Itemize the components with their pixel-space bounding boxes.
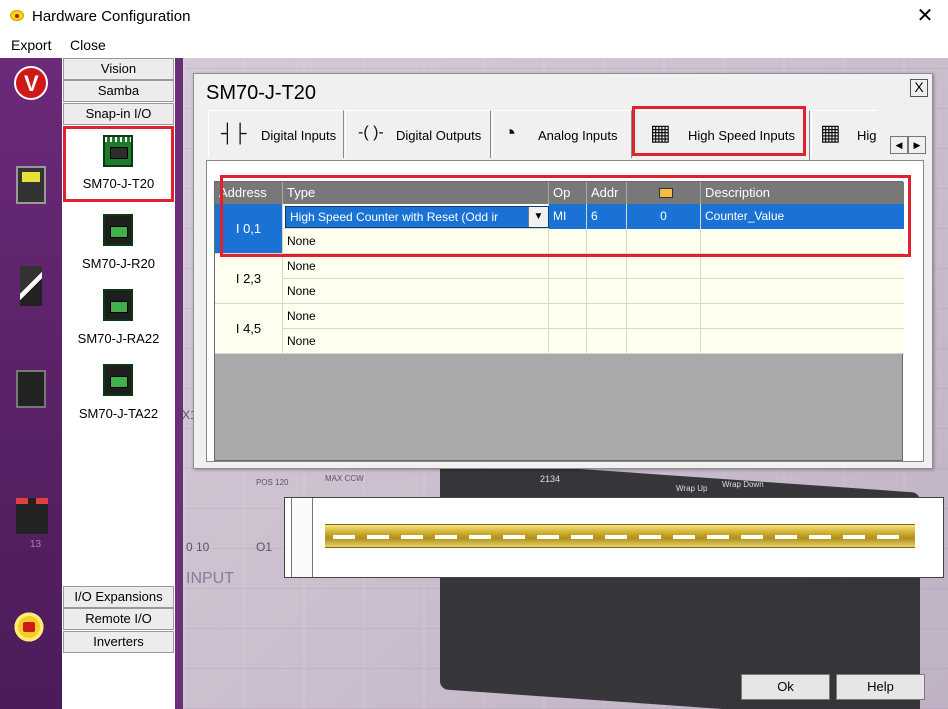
purple-divider bbox=[175, 58, 183, 709]
sun-hmi-icon[interactable] bbox=[12, 610, 46, 644]
din-rail-panel bbox=[284, 497, 944, 578]
category-column: Vision Samba Snap-in I/O SM70-J-T20 SM70… bbox=[62, 58, 175, 709]
icon-strip: 13 bbox=[0, 58, 62, 709]
extra-cell[interactable] bbox=[627, 329, 701, 354]
pcb-icon bbox=[103, 135, 133, 167]
category-vision-button[interactable]: Vision bbox=[63, 58, 174, 80]
category-snapin-io-button[interactable]: Snap-in I/O bbox=[63, 103, 174, 125]
module-config-dialog: SM70-J-T20 X ┤├ Digital Inputs -( )- Dig… bbox=[193, 73, 933, 469]
op-cell[interactable] bbox=[549, 304, 587, 329]
vision-logo-icon[interactable] bbox=[14, 66, 48, 100]
type-cell[interactable]: None bbox=[283, 254, 549, 279]
app-icon bbox=[10, 10, 24, 21]
module-sm70-j-t20[interactable]: SM70-J-T20 bbox=[63, 126, 174, 202]
module-label: SM70-J-T20 bbox=[82, 176, 155, 191]
pcb-icon bbox=[103, 364, 133, 396]
bg-label-maxccw: MAX CCW bbox=[325, 474, 364, 483]
description-cell[interactable] bbox=[701, 304, 904, 329]
pointer-arrow-icon[interactable] bbox=[20, 266, 42, 306]
addr-cell[interactable] bbox=[587, 304, 627, 329]
ok-button[interactable]: Ok bbox=[741, 674, 830, 700]
module-box-icon[interactable] bbox=[16, 370, 46, 408]
table-row[interactable]: None bbox=[283, 254, 904, 279]
contact-icon: ┤├ bbox=[221, 123, 247, 143]
pcb-icon bbox=[103, 289, 133, 321]
description-cell[interactable] bbox=[701, 254, 904, 279]
gauge-icon: ◔ bbox=[503, 120, 517, 145]
dialog-close-button[interactable]: X bbox=[910, 79, 928, 97]
extra-cell[interactable] bbox=[627, 279, 701, 304]
high-speed-output-icon: ▦ bbox=[820, 120, 841, 145]
dialog-title: SM70-J-T20 bbox=[206, 82, 317, 104]
bg-label-010: 0 10 bbox=[186, 540, 210, 554]
strip-label: 13 bbox=[30, 539, 42, 550]
highlight-grid-box bbox=[220, 175, 911, 257]
bg-label-wrapup: Wrap Up bbox=[676, 484, 708, 493]
title-bar: Hardware Configuration ✕ bbox=[0, 0, 948, 34]
table-row[interactable]: None bbox=[283, 279, 904, 304]
description-cell[interactable] bbox=[701, 329, 904, 354]
module-label: SM70-J-R20 bbox=[82, 256, 155, 271]
type-cell[interactable]: None bbox=[283, 304, 549, 329]
menu-bar: Export Close bbox=[0, 34, 948, 58]
category-remote-io-button[interactable]: Remote I/O bbox=[63, 608, 174, 630]
window-close-button[interactable]: ✕ bbox=[912, 3, 938, 29]
controller-panel-icon[interactable] bbox=[16, 166, 46, 204]
extra-cell[interactable] bbox=[627, 254, 701, 279]
menu-close[interactable]: Close bbox=[70, 37, 106, 53]
tab-strip: ┤├ Digital Inputs -( )- Digital Outputs … bbox=[202, 110, 928, 160]
tab-digital-inputs[interactable]: ┤├ Digital Inputs bbox=[208, 110, 344, 158]
bg-label-wrapdown: Wrap Down bbox=[722, 480, 764, 489]
tab-high-speed-outputs[interactable]: ▦ Hig bbox=[811, 110, 877, 158]
bg-label-pos: POS 120 bbox=[256, 478, 289, 487]
op-cell[interactable] bbox=[549, 279, 587, 304]
coil-icon: -( )- bbox=[358, 124, 384, 141]
din-rail[interactable] bbox=[325, 524, 915, 548]
menu-export[interactable]: Export bbox=[11, 37, 51, 53]
tab-label: Analog Inputs bbox=[538, 128, 618, 143]
category-io-expansions-button[interactable]: I/O Expansions bbox=[63, 586, 174, 608]
tab-digital-outputs[interactable]: -( )- Digital Outputs bbox=[345, 110, 491, 158]
op-cell[interactable] bbox=[549, 254, 587, 279]
window-title: Hardware Configuration bbox=[32, 8, 191, 25]
description-cell[interactable] bbox=[701, 279, 904, 304]
row-address-cell[interactable]: I 2,3 bbox=[215, 254, 283, 304]
module-sm70-j-r20[interactable]: SM70-J-R20 bbox=[63, 206, 174, 278]
type-cell[interactable]: None bbox=[283, 329, 549, 354]
addr-cell[interactable] bbox=[587, 279, 627, 304]
tab-scroll-left-button[interactable]: ◀ bbox=[890, 136, 908, 154]
rail-slots bbox=[333, 535, 907, 539]
table-row[interactable]: None bbox=[283, 329, 904, 354]
table-row[interactable]: None bbox=[283, 304, 904, 329]
rail-end-cap bbox=[291, 498, 313, 577]
addr-cell[interactable] bbox=[587, 254, 627, 279]
tab-label: Digital Outputs bbox=[396, 128, 482, 143]
io-chip-icon[interactable] bbox=[16, 498, 48, 534]
addr-cell[interactable] bbox=[587, 329, 627, 354]
tab-analog-inputs[interactable]: ◔ Analog Inputs bbox=[492, 110, 632, 158]
module-sm70-j-ta22[interactable]: SM70-J-TA22 bbox=[63, 356, 174, 428]
tab-label: Hig bbox=[857, 128, 877, 143]
category-inverters-button[interactable]: Inverters bbox=[63, 631, 174, 653]
module-label: SM70-J-RA22 bbox=[77, 331, 160, 346]
pcb-icon bbox=[103, 214, 133, 246]
bg-label-2134: 2134 bbox=[540, 474, 561, 484]
module-sm70-j-ra22[interactable]: SM70-J-RA22 bbox=[63, 281, 174, 353]
tab-scroll-buttons: ◀ ▶ bbox=[890, 136, 926, 154]
bg-label-input: INPUT bbox=[186, 570, 234, 587]
type-cell[interactable]: None bbox=[283, 279, 549, 304]
module-label: SM70-J-TA22 bbox=[78, 406, 159, 421]
category-samba-button[interactable]: Samba bbox=[63, 80, 174, 102]
extra-cell[interactable] bbox=[627, 304, 701, 329]
tab-scroll-right-button[interactable]: ▶ bbox=[908, 136, 926, 154]
tab-label: Digital Inputs bbox=[261, 128, 337, 143]
bg-label-o1: O1 bbox=[256, 540, 273, 554]
op-cell[interactable] bbox=[549, 329, 587, 354]
help-button[interactable]: Help bbox=[836, 674, 925, 700]
row-address-cell[interactable]: I 4,5 bbox=[215, 304, 283, 354]
highlight-tab-box bbox=[632, 106, 806, 156]
